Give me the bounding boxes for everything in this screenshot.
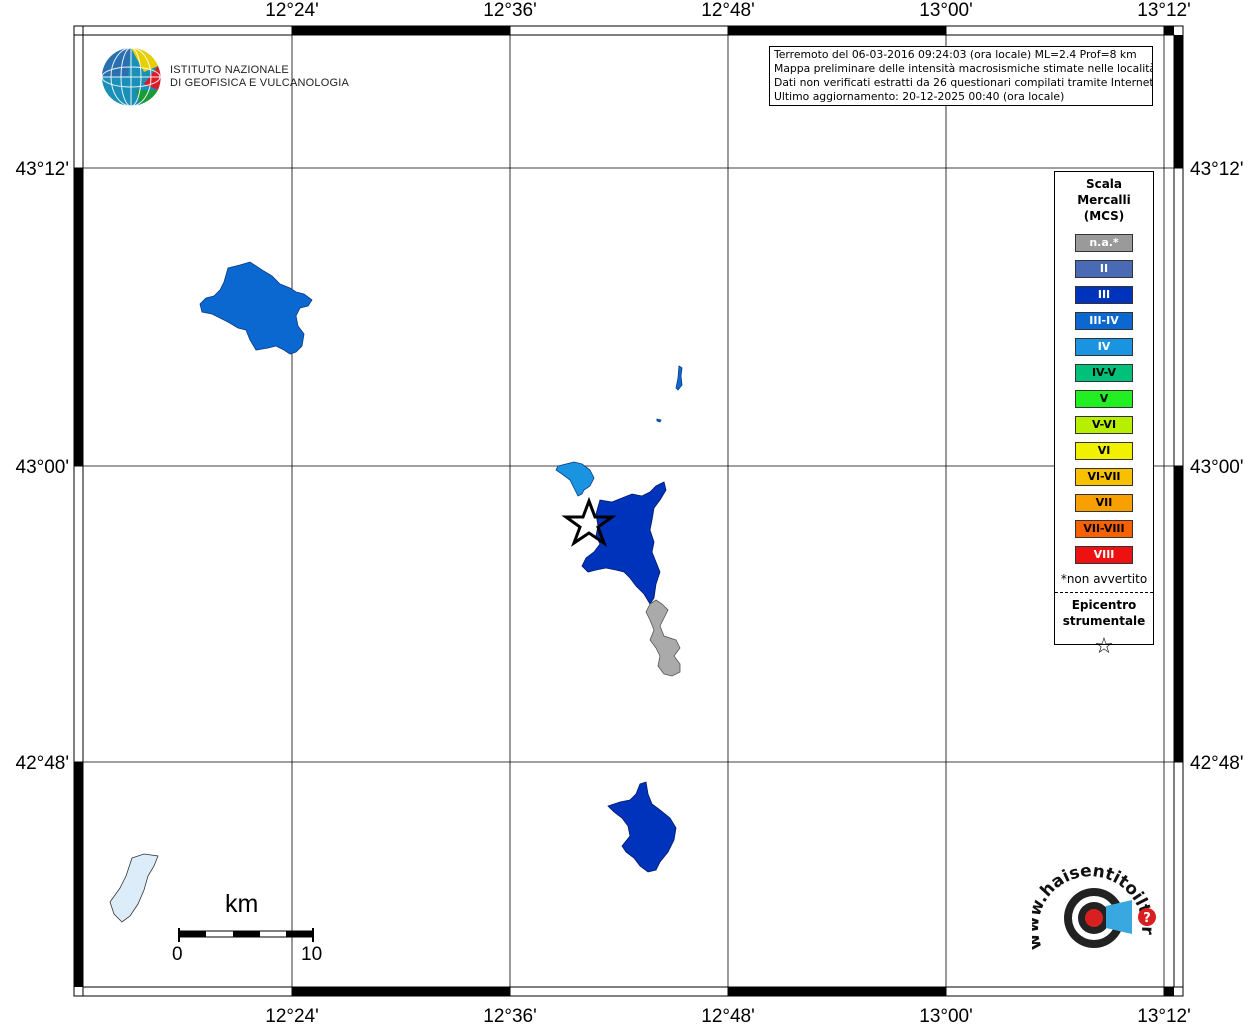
ingv-logo: ISTITUTO NAZIONALE DI GEOFISICA E VULCAN… — [100, 46, 349, 110]
lon-label-top: 13°00' — [919, 0, 973, 21]
legend-item-v: V — [1075, 390, 1133, 408]
ingv-name: ISTITUTO NAZIONALE DI GEOFISICA E VULCAN… — [170, 64, 349, 90]
intensity-legend: Scala Mercalli (MCS) n.a.* II III III-IV… — [1054, 171, 1154, 659]
legend-epicenter-label: Epicentro strumentale — [1055, 597, 1153, 629]
legend-epicenter-line1: Epicentro — [1071, 598, 1137, 612]
lon-label-bottom: 13°12' — [1137, 1006, 1191, 1024]
legend-title-line2: Mercalli — [1077, 193, 1131, 207]
hsit-logo-graphic: www.haisentitoilterremoto.it ? — [1023, 847, 1157, 952]
legend-item-iii-iv: III-IV — [1075, 312, 1133, 330]
lat-labels-right: 43°12' 43°00' 42°48' — [1190, 159, 1244, 774]
legend-star-icon: ☆ — [1094, 634, 1114, 659]
legend-divider — [1055, 592, 1153, 593]
scale-max: 10 — [301, 944, 323, 965]
lon-label-bottom: 12°36' — [483, 1006, 537, 1024]
legend-item-ii: II — [1075, 260, 1133, 278]
lat-label-right: 43°00' — [1190, 457, 1244, 478]
lat-label-right: 42°48' — [1190, 753, 1244, 774]
info-map-description: Mappa preliminare delle intensità macros… — [774, 62, 1153, 75]
legend-title-line3: (MCS) — [1083, 209, 1125, 223]
lon-labels-bottom: 12°24' 12°36' 12°48' 13°00' 13°12' — [265, 1006, 1191, 1024]
ingv-name-line1: ISTITUTO NAZIONALE — [170, 64, 289, 76]
legend-item-iv-v: IV-V — [1075, 364, 1133, 382]
scale-min: 0 — [172, 944, 183, 965]
scale-bar: km 0 10 — [168, 888, 338, 978]
legend-title: Scala Mercalli (MCS) — [1055, 176, 1153, 224]
lon-label-top: 12°48' — [701, 0, 755, 21]
hsit-logo: www.haisentitoilterremoto.it ? — [1023, 847, 1162, 978]
event-info-box: Terremoto del 06-03-2016 09:24:03 (ora l… — [769, 46, 1153, 106]
lat-label-left: 42°48' — [16, 753, 70, 774]
legend-note: *non avvertito — [1060, 572, 1148, 586]
legend-items: n.a.* II III III-IV IV IV-V V V-VI VI VI… — [1055, 234, 1153, 564]
legend-item-v-vi: V-VI — [1075, 416, 1133, 434]
lon-label-bottom: 12°24' — [265, 1006, 319, 1024]
lon-label-bottom: 13°00' — [919, 1006, 973, 1024]
lon-label-top: 13°12' — [1137, 0, 1191, 21]
lat-label-right: 43°12' — [1190, 159, 1244, 180]
lat-label-left: 43°00' — [16, 457, 70, 478]
legend-item-na: n.a.* — [1075, 234, 1133, 252]
legend-item-viii: VIII — [1075, 546, 1133, 564]
legend-item-vi: VI — [1075, 442, 1133, 460]
area-dot — [656, 418, 662, 423]
legend-item-iii: III — [1075, 286, 1133, 304]
legend-item-iv: IV — [1075, 338, 1133, 356]
legend-item-vii: VII — [1075, 494, 1133, 512]
lat-labels-left: 43°12' 43°00' 42°48' — [16, 159, 70, 774]
legend-epicenter-line2: strumentale — [1062, 614, 1146, 628]
info-data-source: Dati non verificati estratti da 26 quest… — [774, 76, 1153, 89]
scale-unit: km — [225, 890, 259, 918]
ingv-name-line2: DI GEOFISICA E VULCANOLOGIA — [170, 77, 349, 89]
legend-item-vi-vii: VI-VII — [1075, 468, 1133, 486]
lon-label-top: 12°24' — [265, 0, 319, 21]
lon-label-bottom: 12°48' — [701, 1006, 755, 1024]
lat-label-left: 43°12' — [16, 159, 70, 180]
info-event-line: Terremoto del 06-03-2016 09:24:03 (ora l… — [774, 48, 1137, 61]
hsit-question-icon: ? — [1143, 911, 1151, 926]
lon-labels-top: 12°24' 12°36' 12°48' 13°00' 13°12' — [265, 0, 1191, 21]
lon-label-top: 12°36' — [483, 0, 537, 21]
legend-title-line1: Scala — [1085, 177, 1123, 191]
info-last-update: Ultimo aggiornamento: 20-12-2025 00:40 (… — [774, 90, 1065, 103]
ingv-globe-icon — [101, 47, 161, 107]
legend-item-vii-viii: VII-VIII — [1075, 520, 1133, 538]
